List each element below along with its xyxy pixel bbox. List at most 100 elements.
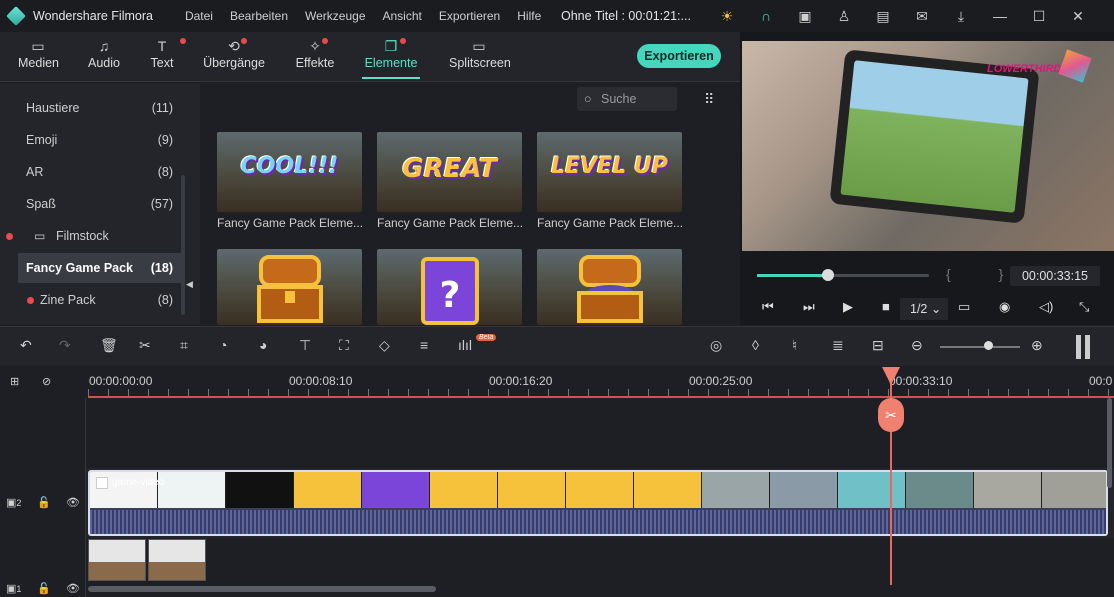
tab-splitscreen[interactable]: ▭ Splitscreen <box>449 38 511 70</box>
microphone-icon[interactable]: ♮ <box>792 337 797 354</box>
video-clip[interactable]: game-video <box>88 470 1108 536</box>
minimize-icon[interactable]: — <box>989 6 1011 26</box>
link-icon[interactable]: ⊘ <box>42 375 51 388</box>
track-header: ▣2 🔓 👁 <box>0 468 86 538</box>
split-scissors-icon[interactable]: ✂ <box>878 398 904 432</box>
element-thumbnail[interactable]: GREAT <box>377 132 522 212</box>
effects-icon: ✧ <box>294 38 336 56</box>
menu-ansicht[interactable]: Ansicht <box>383 9 422 23</box>
tablet-image <box>829 49 1040 224</box>
menu-datei[interactable]: Datei <box>185 9 213 23</box>
snapshot-icon[interactable]: ◉ <box>999 299 1010 315</box>
headset-icon[interactable]: ∩ <box>755 6 777 26</box>
collapse-sidebar-icon[interactable]: ◀ <box>186 279 193 290</box>
ruler-time: 00:00:08:10 <box>289 374 353 388</box>
tab-uebergaenge[interactable]: ⟲ Übergänge <box>203 38 265 70</box>
menu-exportieren[interactable]: Exportieren <box>439 9 500 23</box>
preview-progress-bar[interactable] <box>757 274 929 277</box>
preview-quality-select[interactable]: 1/2 ⌄ <box>900 298 948 320</box>
keyframe-icon[interactable]: ◇ <box>379 337 390 354</box>
save-icon[interactable]: ▤ <box>872 6 894 26</box>
stop-icon[interactable]: ■ <box>882 299 890 314</box>
timeline-horizontal-scrollbar[interactable] <box>88 586 436 592</box>
sidebar-item-ar[interactable]: AR (8) <box>0 157 181 187</box>
gift-icon[interactable]: ▣ <box>794 6 816 26</box>
sidebar-item-haustiere[interactable]: Haustiere (11) <box>0 93 181 123</box>
zoom-slider[interactable] <box>940 346 1020 348</box>
track-1-clips[interactable] <box>88 539 206 581</box>
element-thumbnail[interactable]: ? <box>377 249 522 325</box>
sidebar-item-filmstock[interactable]: ▭ Filmstock <box>0 221 181 251</box>
sidebar-scrollbar[interactable] <box>181 175 185 315</box>
grid-view-icon[interactable]: ⠿ <box>704 91 714 108</box>
crop-icon[interactable]: ⌗ <box>180 337 188 354</box>
bulb-icon[interactable]: ☀ <box>716 6 738 26</box>
zoom-slider-knob[interactable] <box>984 341 993 350</box>
export-button[interactable]: Exportieren <box>637 44 721 68</box>
fit-icon[interactable]: ⛶ <box>339 337 349 354</box>
timeline-vertical-scrollbar[interactable] <box>1107 398 1112 488</box>
adjust-icon[interactable]: ≡ <box>420 337 428 353</box>
tab-text[interactable]: T Text <box>146 38 186 70</box>
maximize-icon[interactable]: ☐ <box>1028 6 1050 26</box>
mail-icon[interactable]: ✉ <box>911 6 933 26</box>
sidebar-item-zine-pack[interactable]: Zine Pack (8) <box>0 285 181 315</box>
delete-icon[interactable]: 🗑 <box>100 337 118 354</box>
volume-icon[interactable]: ◁) <box>1039 299 1053 315</box>
filmora-logo-icon <box>6 6 26 26</box>
tab-medien[interactable]: ▭ Medien <box>18 38 59 70</box>
mystery-box-icon: ? <box>421 257 479 325</box>
timeline-ruler[interactable]: ⊞ ⊘ 00:00:00:00 00:00:08:10 00:00:16:20 … <box>0 367 1114 397</box>
lock-icon[interactable]: 🔓 <box>37 496 51 509</box>
close-icon[interactable]: ✕ <box>1067 6 1089 26</box>
element-thumbnail[interactable]: COOL!!! <box>217 132 362 212</box>
menu-bearbeiten[interactable]: Bearbeiten <box>230 9 288 23</box>
play-icon[interactable]: ▶ <box>843 299 853 315</box>
treasure-chest-icon <box>257 255 323 323</box>
menu-werkzeuge[interactable]: Werkzeuge <box>305 9 365 23</box>
prev-frame-icon[interactable]: ⏮ <box>762 299 774 315</box>
step-play-icon[interactable]: ⏭ <box>803 299 815 315</box>
download-icon[interactable]: ⤓ <box>950 6 972 26</box>
text-edit-icon[interactable]: ⊤ <box>299 337 311 354</box>
preview-progress-knob[interactable] <box>822 269 834 281</box>
search-input[interactable]: ○ Suche <box>577 87 677 111</box>
sidebar-item-fancy-game-pack[interactable]: Fancy Game Pack (18) <box>18 253 181 283</box>
undo-icon[interactable]: ↶ <box>20 337 32 354</box>
pause-icon[interactable] <box>1076 335 1090 359</box>
menu-hilfe[interactable]: Hilfe <box>517 9 541 23</box>
beta-badge: Beta <box>476 334 497 341</box>
scissors-icon[interactable]: ✂ <box>139 337 151 354</box>
sidebar-item-spass[interactable]: Spaß (57) <box>0 189 181 219</box>
voiceover-icon[interactable]: ≣ <box>832 337 844 354</box>
playhead-handle[interactable] <box>882 367 900 385</box>
eye-icon[interactable]: 👁 <box>66 582 80 595</box>
element-thumbnail[interactable]: LEVEL UP <box>537 132 682 212</box>
elements-icon: ❐ <box>362 38 420 56</box>
speed-icon[interactable]: ◔ <box>219 337 227 353</box>
zoom-in-icon[interactable]: ⊕ <box>1031 337 1043 354</box>
element-label: Fancy Game Pack Eleme... <box>377 216 524 230</box>
marker-icon[interactable]: ◊ <box>752 337 759 353</box>
display-icon[interactable]: ▭ <box>958 299 970 315</box>
element-thumbnail[interactable] <box>217 249 362 325</box>
category-sidebar: Haustiere (11) Emoji (9) AR (8) Spaß (57) ▭ F… <box>0 83 200 325</box>
tab-elemente[interactable]: ❐ Elemente <box>362 38 420 79</box>
element-thumbnail[interactable] <box>537 249 682 325</box>
snap-icon[interactable]: ⊟ <box>872 337 884 354</box>
audio-wave-icon[interactable]: ılıl <box>458 337 472 353</box>
sidebar-item-emoji[interactable]: Emoji (9) <box>0 125 181 155</box>
lock-icon[interactable]: 🔓 <box>37 582 51 595</box>
empty-track[interactable] <box>0 398 1114 468</box>
add-track-icon[interactable]: ⊞ <box>10 375 19 388</box>
tab-audio[interactable]: ♫ Audio <box>86 38 122 70</box>
redo-icon[interactable]: ↷ <box>59 337 71 354</box>
account-icon[interactable]: ♙ <box>833 6 855 26</box>
render-icon[interactable]: ◎ <box>710 337 722 354</box>
color-icon[interactable]: ◕ <box>259 337 267 353</box>
lowerthird-overlay: LOWERTHIRD <box>987 63 1062 75</box>
fullscreen-icon[interactable]: ⤡ <box>1079 299 1089 315</box>
eye-icon[interactable]: 👁 <box>66 496 80 509</box>
zoom-out-icon[interactable]: ⊖ <box>911 337 923 354</box>
tab-effekte[interactable]: ✧ Effekte <box>294 38 336 70</box>
